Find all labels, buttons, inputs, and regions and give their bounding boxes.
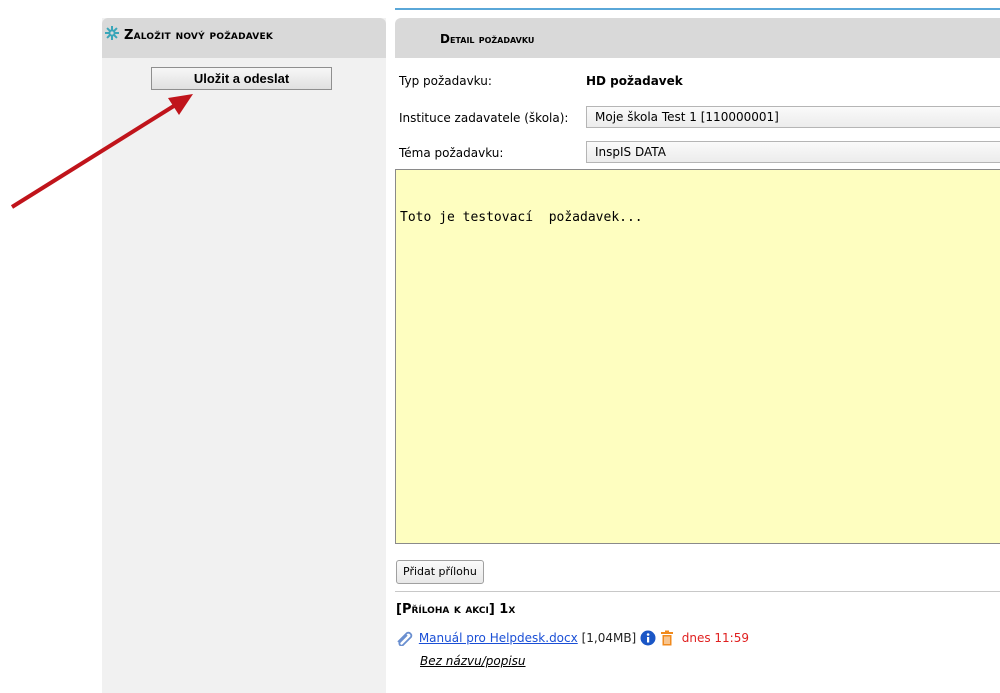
attachment-description[interactable]: Bez názvu/popisu	[420, 654, 526, 668]
detail-panel: Detail požadavku Typ požadavku: HD požad…	[395, 8, 1000, 675]
type-label: Typ požadavku:	[399, 74, 492, 88]
attachment-heading: [Příloha k akci] 1x	[396, 602, 516, 617]
institution-select[interactable]: Moje škola Test 1 [110000001]	[586, 106, 1000, 128]
institution-label: Instituce zadavatele (škola):	[399, 111, 569, 125]
info-icon[interactable]	[640, 630, 656, 646]
add-attachment-button[interactable]: Přidat přílohu	[396, 560, 484, 584]
attachment-file-link[interactable]: Manuál pro Helpdesk.docx	[419, 631, 578, 645]
topic-label: Téma požadavku:	[399, 146, 504, 160]
trash-icon[interactable]	[660, 630, 674, 646]
type-value: HD požadavek	[586, 74, 683, 88]
topic-select[interactable]: InspIS DATA	[586, 141, 1000, 163]
red-arrow-annotation	[10, 94, 193, 209]
attachment-file-size: [1,04MB]	[581, 631, 637, 645]
request-text-area[interactable]: Toto je testovací požadavek...	[395, 169, 1000, 544]
paperclip-icon	[397, 631, 413, 646]
attachment-item: Manuál pro Helpdesk.docx [1,04MB] dnes 1…	[395, 630, 749, 648]
left-panel-header: Založit nový požadavek	[102, 18, 386, 58]
detail-panel-header: Detail požadavku	[395, 18, 1000, 58]
gear-icon	[105, 26, 119, 40]
left-panel-title: Založit nový požadavek	[124, 28, 273, 43]
detail-panel-title: Detail požadavku	[440, 32, 535, 46]
divider	[395, 591, 1000, 592]
attachment-time: dnes 11:59	[681, 631, 749, 645]
